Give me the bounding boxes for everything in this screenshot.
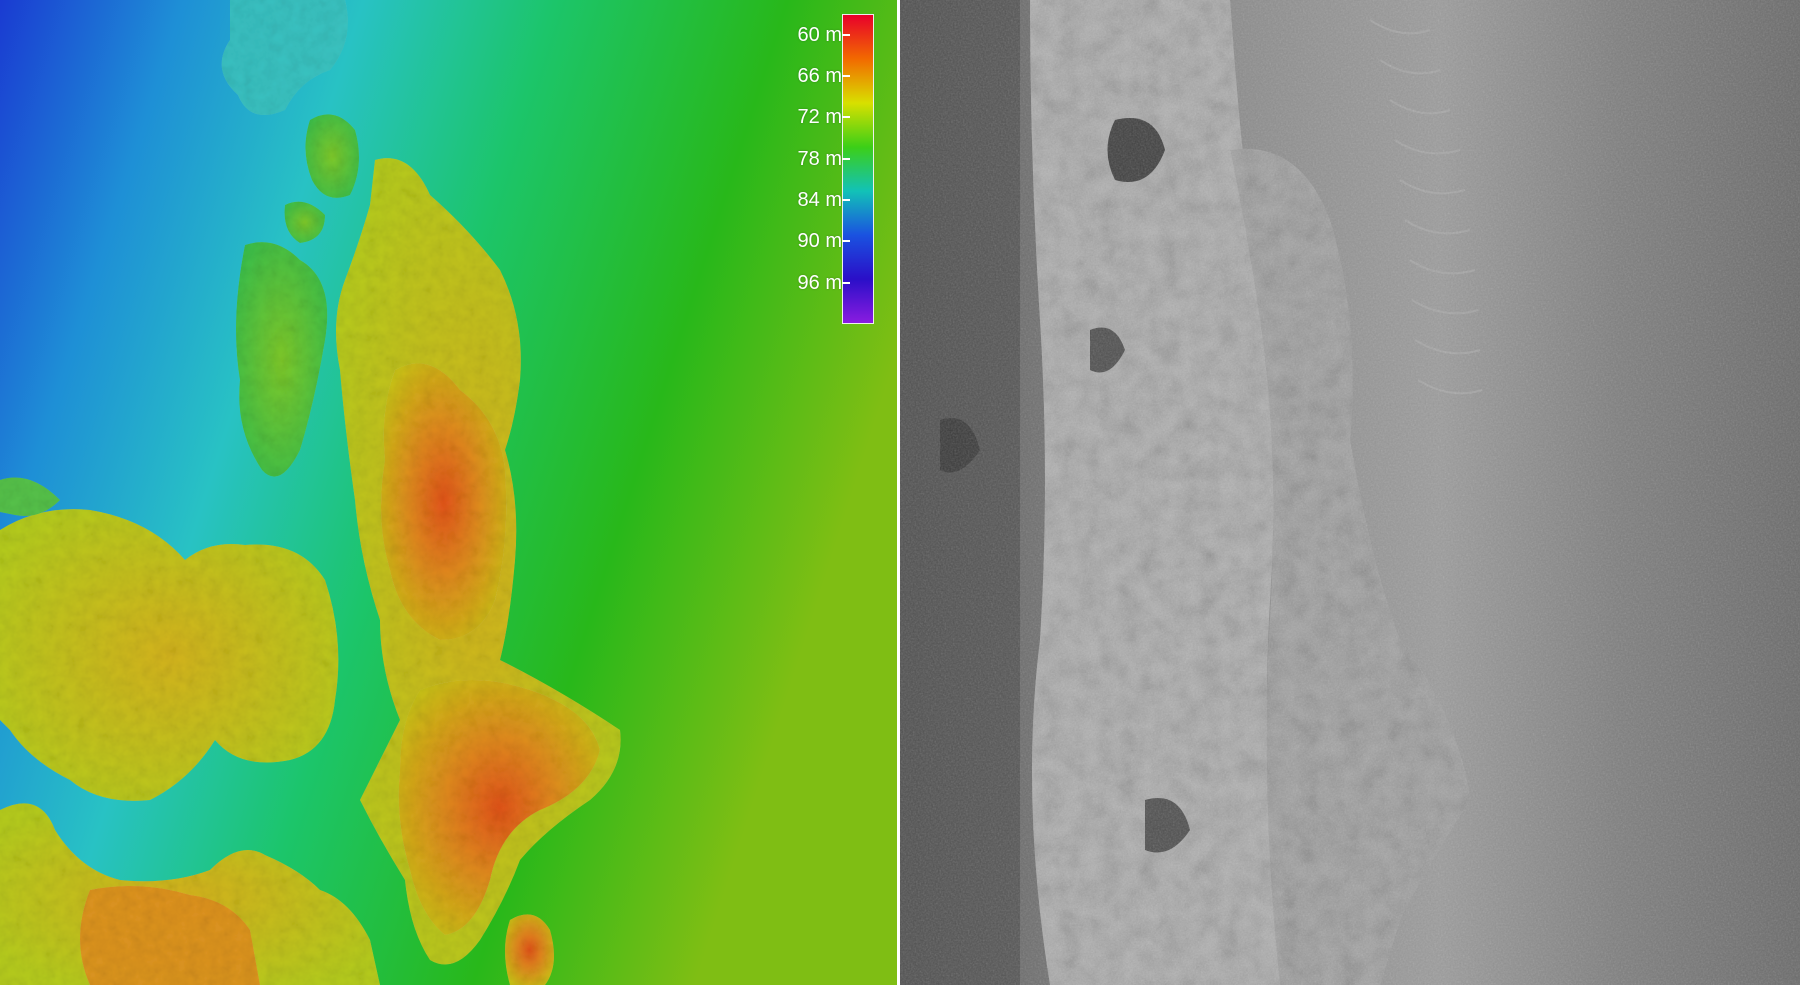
- legend-tick-mark: [842, 199, 850, 201]
- legend-tick-label: 72 m: [797, 106, 842, 129]
- legend-tick: 72 m: [760, 106, 880, 128]
- legend-tick-mark: [842, 281, 850, 284]
- legend-tick-mark: [842, 157, 850, 160]
- bathymetry-map[interactable]: 60 m 66 m 72 m 78 m 84 m 90 m 96 m: [0, 0, 900, 985]
- legend-tick: 66 m: [760, 65, 880, 87]
- legend-tick: 78 m: [760, 148, 880, 170]
- legend-tick-label: 78 m: [797, 147, 842, 170]
- legend-tick-mark: [842, 75, 850, 77]
- sidescan-mosaic[interactable]: [900, 0, 1800, 985]
- legend-tick-label: 84 m: [797, 189, 842, 211]
- legend-tick: 90 m: [760, 230, 880, 252]
- legend-tick: 84 m: [760, 189, 880, 211]
- legend-tick-label: 96 m: [797, 271, 842, 294]
- legend-tick: 96 m: [760, 272, 880, 294]
- legend-tick: 60 m: [760, 24, 880, 46]
- legend-tick-mark: [842, 240, 850, 243]
- legend-tick-mark: [842, 116, 850, 119]
- sidescan-canvas: [900, 0, 1800, 985]
- legend-tick-label: 60 m: [797, 23, 842, 46]
- legend-tick-label: 66 m: [797, 65, 842, 87]
- map-viewer: 60 m 66 m 72 m 78 m 84 m 90 m 96 m: [0, 0, 1800, 985]
- depth-legend: 60 m 66 m 72 m 78 m 84 m 90 m 96 m: [760, 14, 886, 326]
- legend-tick-label: 90 m: [797, 230, 842, 253]
- legend-tick-mark: [842, 33, 850, 36]
